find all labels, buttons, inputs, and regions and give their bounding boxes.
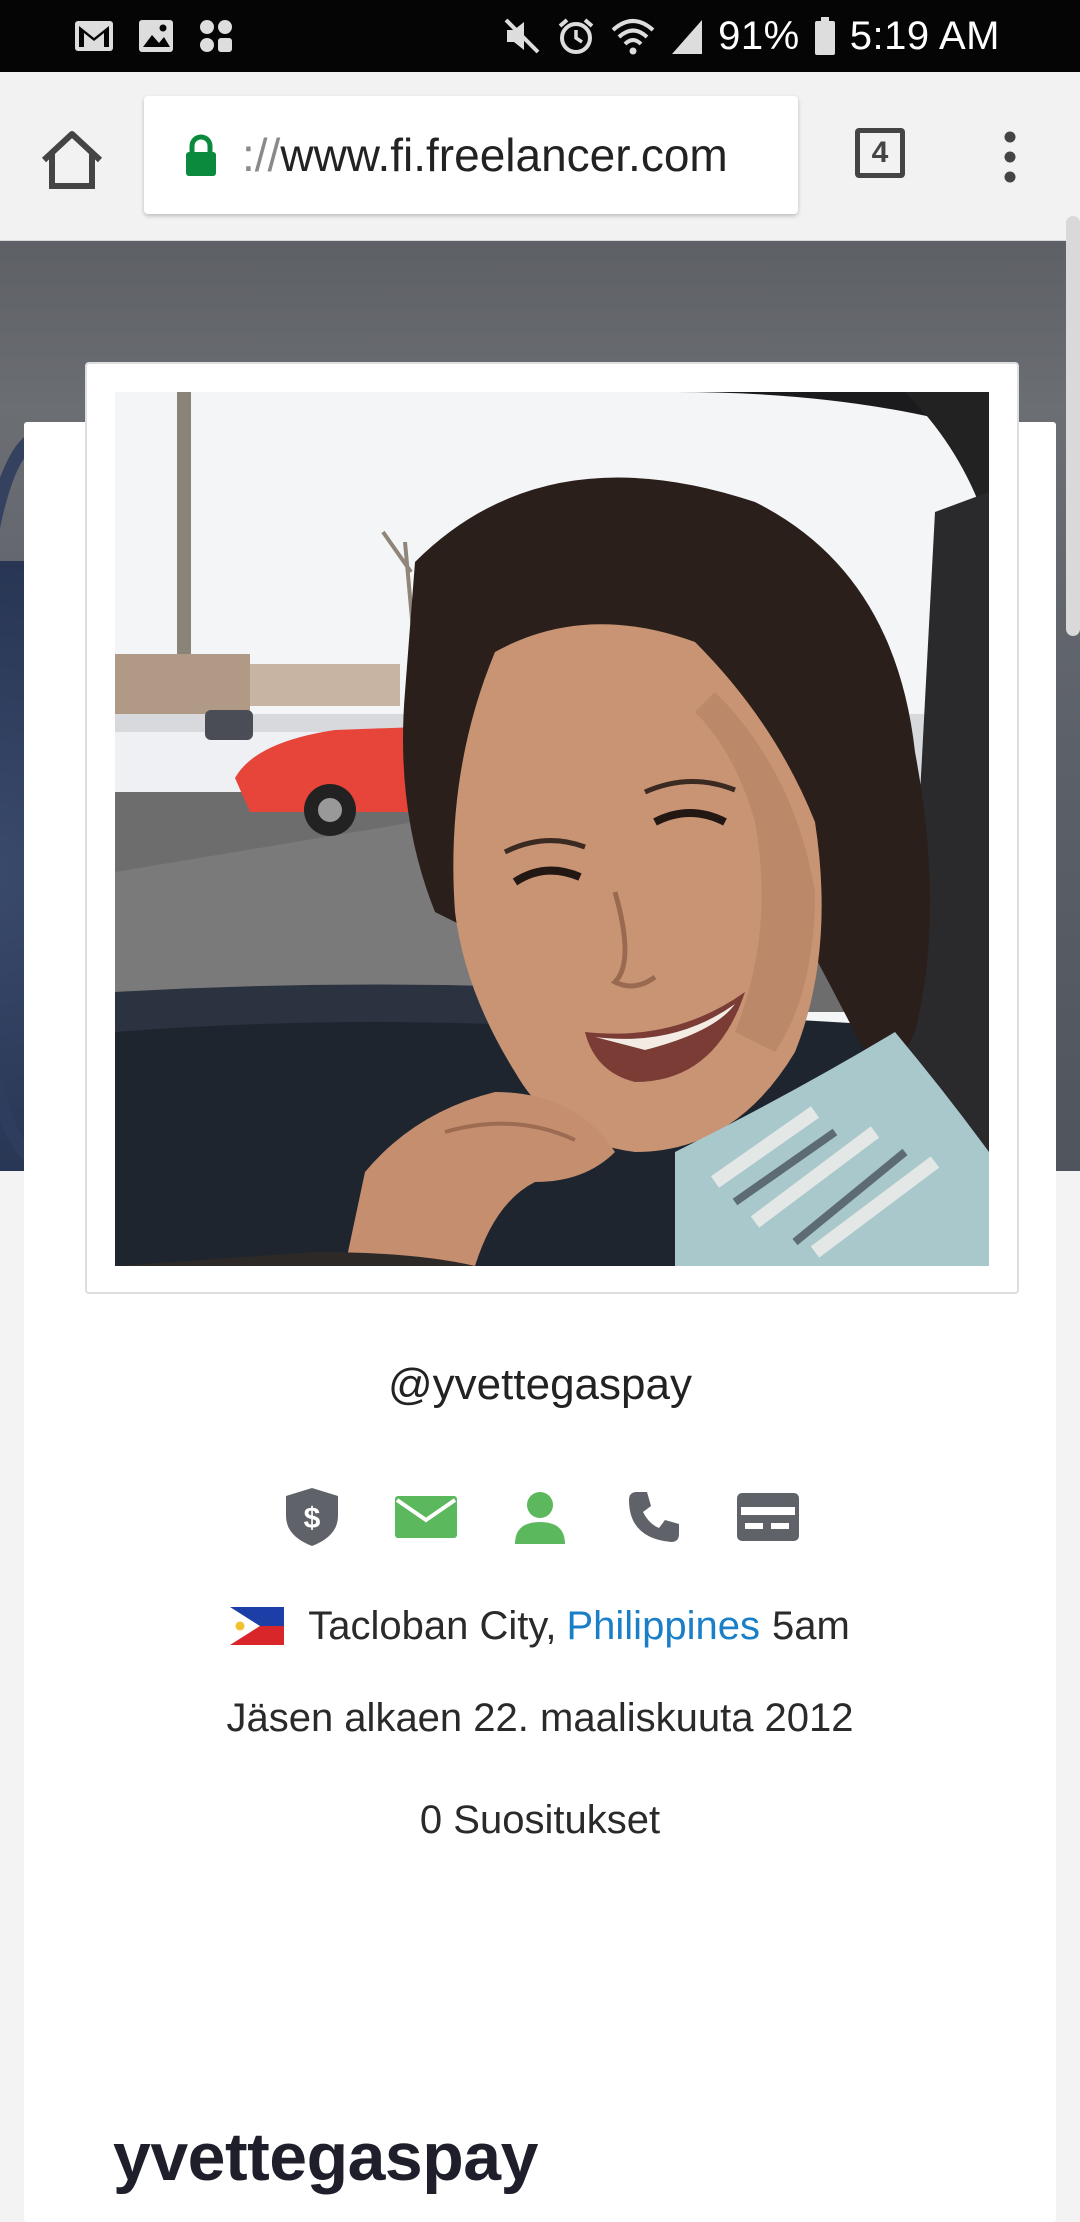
scrollbar[interactable] bbox=[1066, 216, 1080, 636]
payment-verified-icon[interactable]: $ bbox=[281, 1486, 343, 1548]
profile-photo-frame bbox=[85, 362, 1019, 1294]
location-line: Tacloban City, Philippines 5am bbox=[0, 1596, 1080, 1656]
gallery-icon bbox=[139, 20, 173, 52]
location-country-link[interactable]: Philippines bbox=[566, 1604, 759, 1649]
browser-toolbar: ://www.fi.freelancer.com 4 bbox=[0, 72, 1080, 241]
lock-icon bbox=[186, 134, 216, 176]
status-bar: 91% 5:19 AM bbox=[0, 0, 1080, 72]
wifi-icon bbox=[611, 19, 655, 55]
url-host: www.fi.freelancer.com bbox=[280, 129, 728, 181]
philippines-flag-icon bbox=[230, 1607, 285, 1645]
phone-verified-icon[interactable] bbox=[623, 1486, 685, 1548]
profile-username: @yvettegaspay bbox=[388, 1360, 692, 1409]
gmail-icon bbox=[75, 21, 113, 51]
local-time: 5am bbox=[771, 1603, 850, 1648]
profile-verified-icon[interactable] bbox=[509, 1486, 571, 1548]
verification-icons: $ bbox=[0, 1486, 1080, 1550]
location-city: Tacloban City, bbox=[308, 1603, 557, 1648]
signal-icon bbox=[672, 20, 703, 54]
member-since: Jäsen alkaen 22. maaliskuuta 2012 bbox=[226, 1696, 854, 1740]
battery-icon bbox=[814, 17, 835, 55]
url-text: ://www.fi.freelancer.com bbox=[242, 128, 728, 182]
profile-display-name: yvettegaspay bbox=[113, 2119, 538, 2195]
app-icon bbox=[200, 20, 232, 52]
recommendations-count: 0 Suositukset bbox=[419, 1798, 661, 1842]
tab-switcher-button[interactable]: 4 bbox=[855, 128, 905, 178]
tab-count: 4 bbox=[871, 136, 889, 169]
home-icon[interactable] bbox=[36, 124, 108, 196]
card-verified-icon[interactable] bbox=[737, 1486, 799, 1548]
url-scheme: :// bbox=[242, 129, 281, 181]
clock: 5:19 AM bbox=[849, 13, 1000, 58]
mute-icon bbox=[504, 18, 540, 54]
overflow-menu-icon[interactable] bbox=[995, 130, 1025, 184]
svg-text:$: $ bbox=[304, 1502, 321, 1535]
address-bar[interactable]: ://www.fi.freelancer.com bbox=[144, 96, 798, 214]
profile-photo[interactable] bbox=[115, 392, 989, 1266]
battery-percentage: 91% bbox=[718, 13, 800, 58]
alarm-icon bbox=[558, 18, 594, 54]
email-verified-icon[interactable] bbox=[395, 1486, 457, 1548]
